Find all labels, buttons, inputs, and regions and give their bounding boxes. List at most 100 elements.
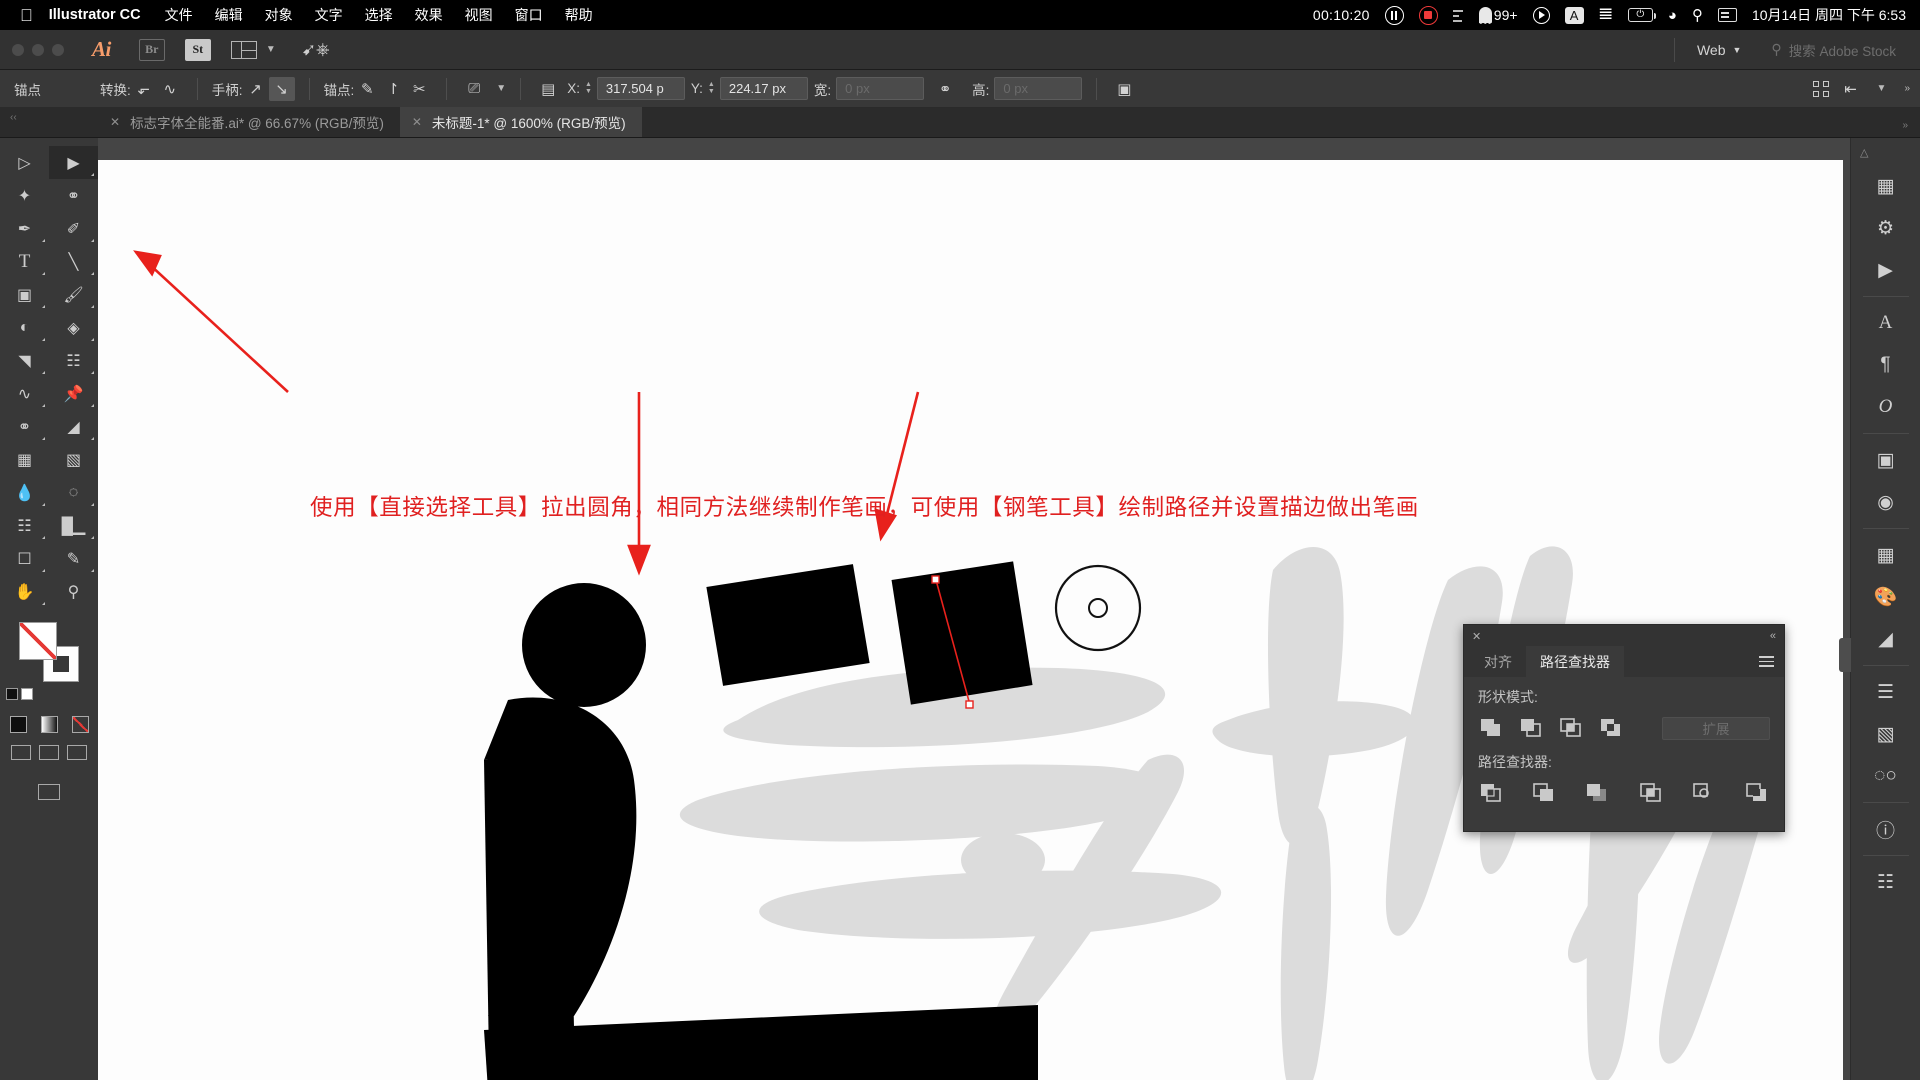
swatches-icon[interactable]: ▦: [1864, 534, 1908, 576]
minus-front-button[interactable]: [1518, 716, 1544, 740]
gradient-bar-icon[interactable]: ▧: [1864, 713, 1908, 755]
x-stepper[interactable]: ▲ ▼: [585, 81, 592, 95]
gradient-swatch-button[interactable]: [40, 716, 58, 733]
battery-icon[interactable]: ⏻: [1627, 8, 1656, 22]
exclude-button[interactable]: [1598, 716, 1624, 740]
cut-path-icon[interactable]: ✂: [406, 77, 432, 101]
chevron-down-icon[interactable]: ▼: [266, 44, 276, 55]
width-value[interactable]: 0 px: [836, 77, 925, 100]
unite-button[interactable]: [1478, 716, 1504, 740]
height-field[interactable]: 高: 0 px: [972, 77, 1083, 100]
lock-proportions-icon[interactable]: ⚭: [932, 77, 958, 101]
fill-swatch[interactable]: [19, 622, 57, 660]
trim-button[interactable]: [1531, 781, 1557, 805]
window-controls[interactable]: [0, 43, 78, 56]
slice-tool[interactable]: ✎: [49, 542, 98, 575]
canvas-area[interactable]: 使用【直接选择工具】拉出圆角，相同方法继续制作笔画，可使用【钢笔工具】绘制路径并…: [98, 138, 1850, 1080]
scale-tool[interactable]: ☷: [49, 344, 98, 377]
notifications-indicator[interactable]: 99+: [1478, 7, 1518, 23]
artboard[interactable]: 使用【直接选择工具】拉出圆角，相同方法继续制作笔画，可使用【钢笔工具】绘制路径并…: [98, 160, 1843, 1080]
close-window-button[interactable]: [12, 43, 24, 56]
width-tool[interactable]: ∿: [0, 377, 49, 410]
remove-anchor-icon[interactable]: ✎: [354, 77, 380, 101]
selection-tool[interactable]: ▷: [0, 146, 49, 179]
dock-expand-icon[interactable]: △: [1860, 146, 1868, 159]
minus-back-button[interactable]: [1744, 781, 1770, 805]
artboards-icon[interactable]: ▦: [1864, 165, 1908, 207]
arrange-documents-icon[interactable]: [230, 40, 257, 59]
character-icon[interactable]: A: [1864, 302, 1908, 344]
menu-effect[interactable]: 效果: [415, 5, 443, 25]
type-tool[interactable]: T: [0, 245, 49, 278]
datetime-display[interactable]: 10月14日 周四 下午 6:53: [1752, 5, 1906, 25]
close-icon[interactable]: ✕: [110, 115, 120, 129]
crop-button[interactable]: [1638, 781, 1664, 805]
rectangle-tool[interactable]: ▣: [0, 278, 49, 311]
play-circle-icon[interactable]: [1532, 6, 1550, 24]
menu-select[interactable]: 选择: [365, 5, 393, 25]
eraser-tool[interactable]: ◈: [49, 311, 98, 344]
free-transform-tool[interactable]: 📌: [49, 377, 98, 410]
symbols-icon[interactable]: ◉: [1864, 481, 1908, 523]
menu-type[interactable]: 文字: [315, 5, 343, 25]
document-tab-2[interactable]: ✕ 未标题-1* @ 1600% (RGB/预览): [399, 107, 642, 137]
y-coordinate-field[interactable]: Y: ▲ ▼ 224.17 px: [691, 77, 808, 100]
height-value[interactable]: 0 px: [994, 77, 1083, 100]
merge-button[interactable]: [1584, 781, 1610, 805]
stock-search-field[interactable]: ⚲ 搜索 Adobe Stock: [1771, 40, 1896, 60]
apple-logo-icon[interactable]: : [20, 7, 33, 24]
menu-object[interactable]: 对象: [265, 5, 293, 25]
align-reference-icon[interactable]: ▤: [535, 77, 561, 101]
shape-builder-tool[interactable]: ⚭: [0, 410, 49, 443]
toolbar-collapse-icon[interactable]: [0, 107, 98, 137]
shaper-tool[interactable]: ◐: [0, 311, 49, 344]
active-app-name[interactable]: Illustrator CC: [49, 7, 141, 23]
default-colors-icon[interactable]: [6, 688, 18, 700]
color-icon[interactable]: 🎨: [1864, 576, 1908, 618]
actions-icon[interactable]: ▶: [1864, 249, 1908, 291]
outline-button[interactable]: [1691, 781, 1717, 805]
y-stepper[interactable]: ▲ ▼: [708, 81, 715, 95]
home-screen-icon[interactable]: ➹⎈: [302, 40, 330, 60]
document-tab-1[interactable]: ✕ 标志字体全能番.ai* @ 66.67% (RGB/预览): [98, 107, 400, 137]
hide-handles-icon[interactable]: ↘: [268, 76, 295, 101]
stock-button[interactable]: St: [184, 38, 211, 61]
menu-view[interactable]: 视图: [465, 5, 493, 25]
control-center-icon[interactable]: [1717, 8, 1737, 22]
wifi-icon[interactable]: ◕: [1668, 8, 1677, 23]
paintbrush-tool[interactable]: 🖌: [49, 278, 98, 311]
default-fill-stroke-icons[interactable]: [6, 688, 33, 700]
image-trace-icon[interactable]: ▣: [1864, 439, 1908, 481]
record-button[interactable]: [1418, 5, 1438, 25]
x-value[interactable]: 317.504 p: [596, 77, 685, 100]
hand-tool[interactable]: ✋: [0, 575, 49, 608]
document-info-icon[interactable]: ⓘ: [1864, 808, 1908, 850]
gradient-icon[interactable]: ◢: [1864, 618, 1908, 660]
draw-behind-icon[interactable]: [39, 745, 59, 760]
direct-selection-tool[interactable]: ▶: [49, 146, 98, 179]
color-swatch-button[interactable]: [9, 716, 27, 733]
draw-normal-icon[interactable]: [11, 745, 31, 760]
draw-inside-icon[interactable]: [67, 745, 87, 760]
pen-tool[interactable]: ✒: [0, 212, 49, 245]
artboard-tool[interactable]: ☐: [0, 542, 49, 575]
pause-button[interactable]: [1384, 5, 1404, 25]
pathfinder-panel[interactable]: ✕ « 对齐 路径查找器 形状模式: 扩展 路径查找器:: [1463, 624, 1785, 832]
swap-colors-icon[interactable]: [21, 688, 33, 700]
menu-window[interactable]: 窗口: [515, 5, 543, 25]
transparency-icon[interactable]: ◌○: [1864, 755, 1908, 797]
tab-align[interactable]: 对齐: [1470, 646, 1526, 678]
line-segment-tool[interactable]: ╲: [49, 245, 98, 278]
perspective-grid-tool[interactable]: ◢: [49, 410, 98, 443]
distribute-icon[interactable]: ⇤: [1838, 77, 1864, 101]
connect-anchors-icon[interactable]: ↾: [380, 77, 406, 101]
gradient-tool[interactable]: ▧: [49, 443, 98, 476]
screen-mode-button[interactable]: [38, 784, 60, 800]
magic-wand-tool[interactable]: ✦: [0, 179, 49, 212]
curvature-tool[interactable]: ✐: [49, 212, 98, 245]
transform-icon[interactable]: ☷: [1864, 861, 1908, 903]
rotate-tool[interactable]: ◥: [0, 344, 49, 377]
input-source-icon[interactable]: A: [1564, 6, 1584, 24]
menu-edit[interactable]: 编辑: [215, 5, 243, 25]
close-icon[interactable]: ✕: [412, 115, 422, 129]
